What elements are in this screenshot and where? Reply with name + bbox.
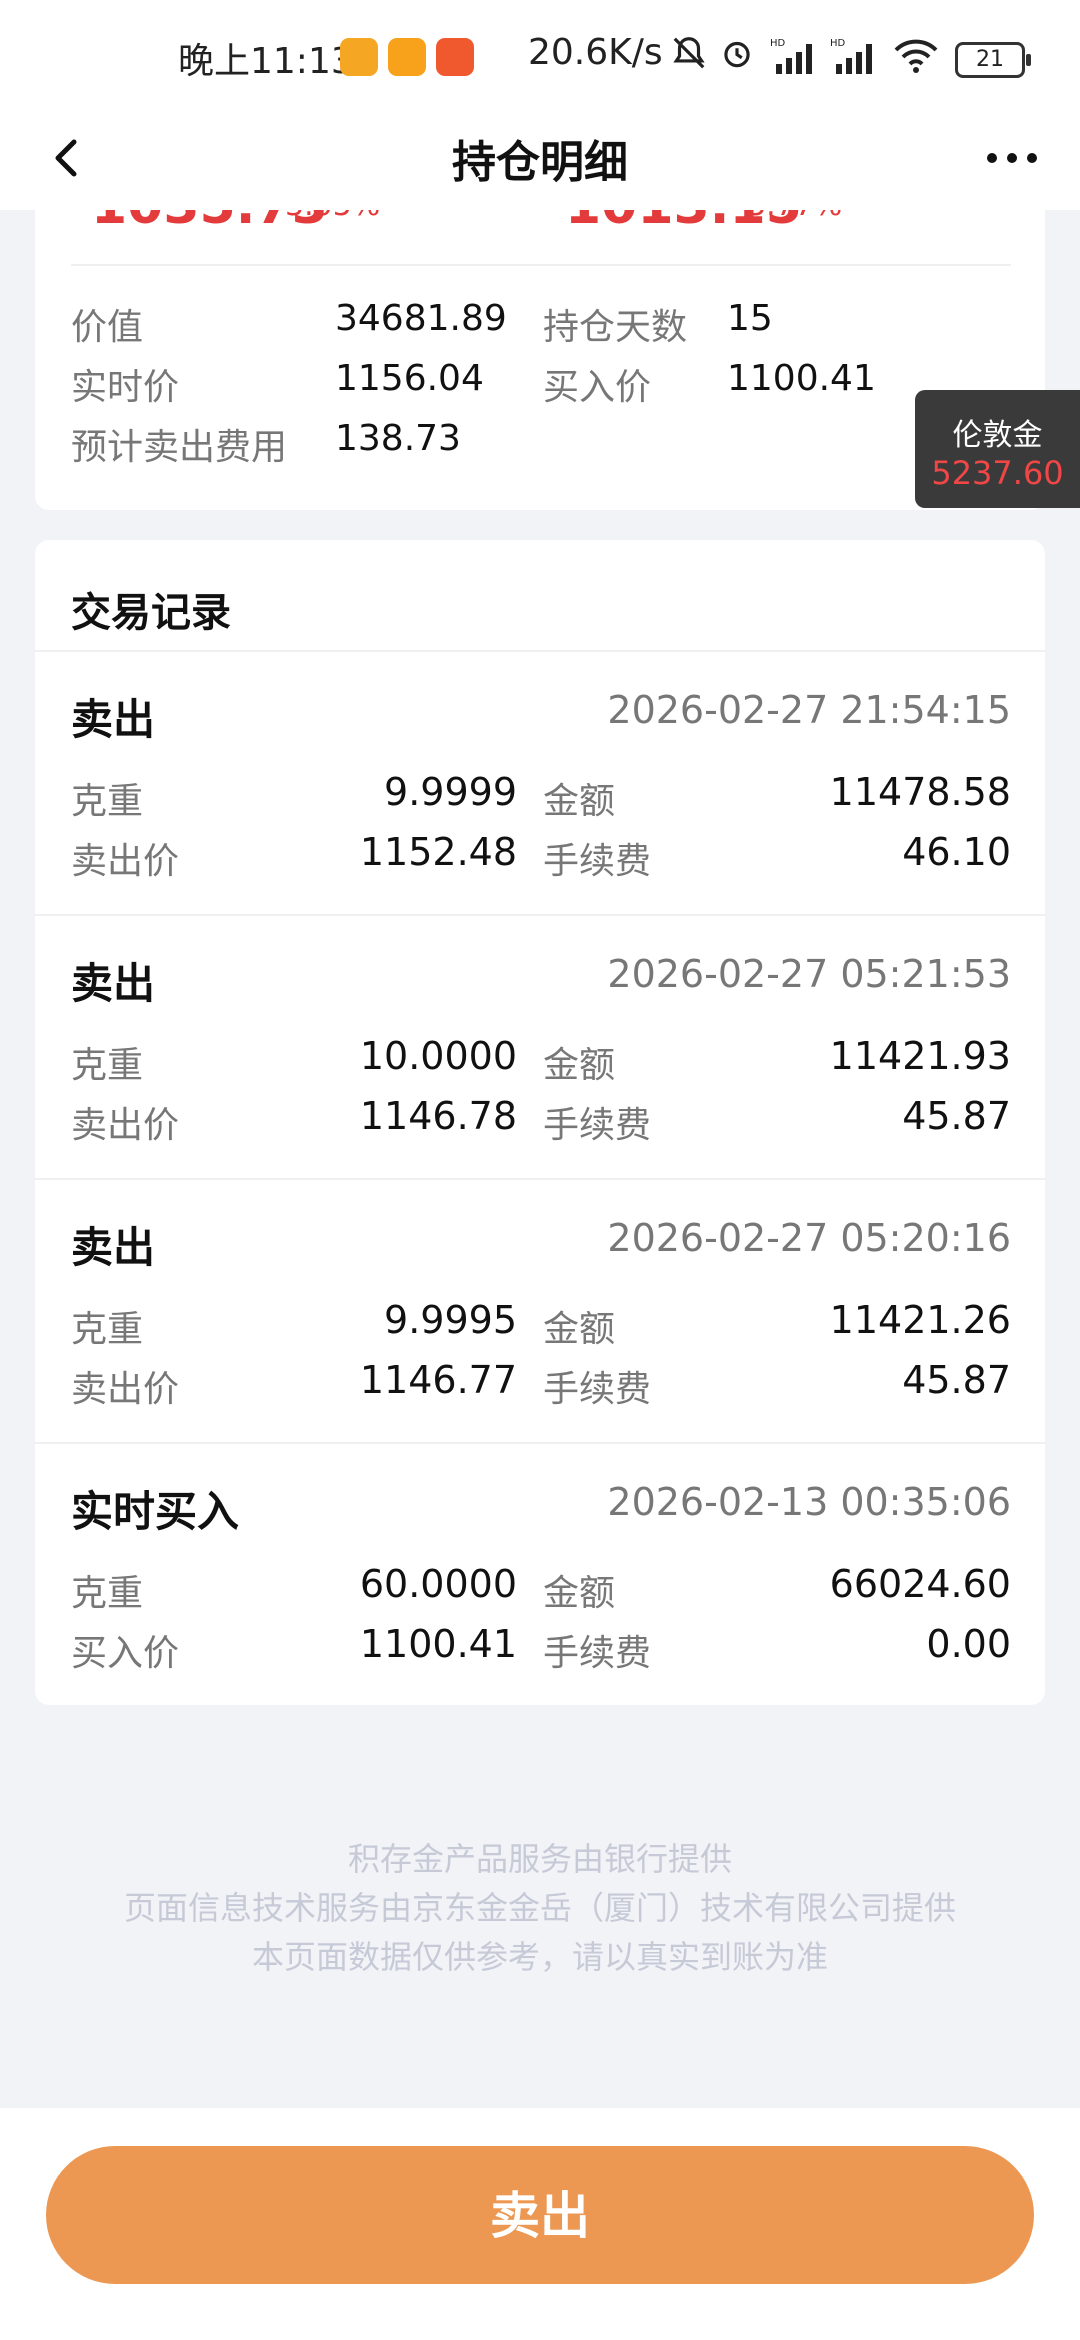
divider: [71, 264, 1011, 266]
page-title: 持仓明细: [452, 137, 628, 188]
network-speed: 20.6K/s: [528, 32, 663, 73]
buy-price-label: 买入价: [543, 367, 652, 408]
amount-value: 11421.93: [829, 1034, 1011, 1078]
weight-label: 克重: [71, 1573, 144, 1614]
trade-type: 实时买入: [71, 1487, 240, 1536]
fee-label: 手续费: [543, 841, 652, 882]
holding-days-value: 15: [727, 298, 773, 339]
nav-bar: 持仓明细: [0, 110, 1080, 210]
more-dots-icon: [987, 153, 1037, 163]
trade-records-card: 交易记录 卖出 2026-02-27 21:54:15 克重 9.9999 金额…: [35, 540, 1045, 1705]
app-icon-3: [436, 38, 474, 76]
fee-label: 手续费: [543, 1105, 652, 1146]
holding-days-label: 持仓天数: [543, 307, 688, 348]
price-label: 卖出价: [71, 1369, 180, 1410]
trade-record-item[interactable]: 实时买入 2026-02-13 00:35:06 克重 60.0000 金额 6…: [35, 1444, 1045, 1705]
amount-label: 金额: [543, 1573, 616, 1614]
fee-value: 0.00: [926, 1622, 1011, 1666]
trade-type: 卖出: [71, 695, 156, 744]
fee-value: 46.10: [902, 830, 1011, 874]
alarm-icon: [718, 34, 756, 81]
price-value: 1146.77: [359, 1358, 517, 1402]
weight-value: 9.9995: [384, 1298, 517, 1342]
value-amount: 34681.89: [335, 298, 507, 339]
weight-label: 克重: [71, 1045, 144, 1086]
sell-button[interactable]: 卖出: [46, 2146, 1034, 2284]
signal-icon-1: HD: [770, 36, 820, 80]
value-label: 价值: [71, 307, 144, 348]
footer-note-tech: 页面信息技术服务由京东金金岳（厦门）技术有限公司提供: [123, 1889, 956, 1927]
trade-time: 2026-02-27 21:54:15: [607, 688, 1011, 732]
london-gold-tag[interactable]: 伦敦金 5237.60: [915, 390, 1080, 508]
weight-value: 60.0000: [359, 1562, 517, 1606]
bottom-action-bar: 卖出: [0, 2108, 1080, 2340]
weight-value: 9.9999: [384, 770, 517, 814]
realtime-price-value: 1156.04: [335, 358, 484, 399]
signal-icon-2: HD: [830, 36, 880, 80]
battery-indicator: 21: [955, 42, 1031, 78]
amount-label: 金额: [543, 1045, 616, 1086]
london-gold-price: 5237.60: [931, 454, 1064, 492]
wifi-icon: [892, 36, 940, 80]
trade-records-title: 交易记录: [71, 590, 231, 636]
trade-record-item[interactable]: 卖出 2026-02-27 05:20:16 克重 9.9995 金额 1142…: [35, 1180, 1045, 1442]
est-sell-fee-value: 138.73: [335, 418, 461, 459]
london-gold-label: 伦敦金: [952, 418, 1043, 453]
weight-value: 10.0000: [359, 1034, 517, 1078]
price-value: 1152.48: [359, 830, 517, 874]
weight-label: 克重: [71, 781, 144, 822]
footer-note-disclaimer: 本页面数据仅供参考，请以真实到账为准: [251, 1938, 828, 1976]
amount-value: 11478.58: [829, 770, 1011, 814]
amount-value: 11421.26: [829, 1298, 1011, 1342]
realtime-price-label: 实时价: [71, 367, 180, 408]
footer-note-bank: 积存金产品服务由银行提供: [347, 1840, 732, 1878]
est-sell-fee-label: 预计卖出费用: [71, 427, 288, 468]
app-icon-2: [388, 38, 426, 76]
more-button[interactable]: [982, 138, 1042, 178]
price-value: 1100.41: [359, 1622, 517, 1666]
price-value: 1146.78: [359, 1094, 517, 1138]
fee-label: 手续费: [543, 1369, 652, 1410]
status-bar: 晚上11:13 20.6K/s HD HD 21: [0, 0, 1080, 110]
position-summary-card: 1035.73 3.05% 1013.15 3.77% 价值 34681.89 …: [35, 210, 1045, 510]
profit-pct-partial-2: 3.77%: [747, 210, 842, 223]
app-icon-1: [340, 38, 378, 76]
svg-text:HD: HD: [770, 38, 786, 49]
status-time: 晚上11:13: [178, 41, 354, 82]
profit-pct-partial: 3.05%: [285, 210, 380, 223]
amount-label: 金额: [543, 1309, 616, 1350]
amount-value: 66024.60: [829, 1562, 1011, 1606]
trade-time: 2026-02-27 05:20:16: [607, 1216, 1011, 1260]
weight-label: 克重: [71, 1309, 144, 1350]
fee-value: 45.87: [902, 1094, 1011, 1138]
trade-record-item[interactable]: 卖出 2026-02-27 05:21:53 克重 10.0000 金额 114…: [35, 916, 1045, 1178]
trade-type: 卖出: [71, 959, 156, 1008]
trade-record-item[interactable]: 卖出 2026-02-27 21:54:15 克重 9.9999 金额 1147…: [35, 652, 1045, 914]
amount-label: 金额: [543, 781, 616, 822]
svg-text:HD: HD: [830, 38, 846, 49]
trade-type: 卖出: [71, 1223, 156, 1272]
price-label: 卖出价: [71, 1105, 180, 1146]
fee-label: 手续费: [543, 1633, 652, 1674]
trade-time: 2026-02-13 00:35:06: [607, 1480, 1011, 1524]
mute-bell-icon: [670, 34, 708, 81]
fee-value: 45.87: [902, 1358, 1011, 1402]
price-label: 买入价: [71, 1633, 180, 1674]
buy-price-value: 1100.41: [727, 358, 876, 399]
price-label: 卖出价: [71, 841, 180, 882]
trade-time: 2026-02-27 05:21:53: [607, 952, 1011, 996]
